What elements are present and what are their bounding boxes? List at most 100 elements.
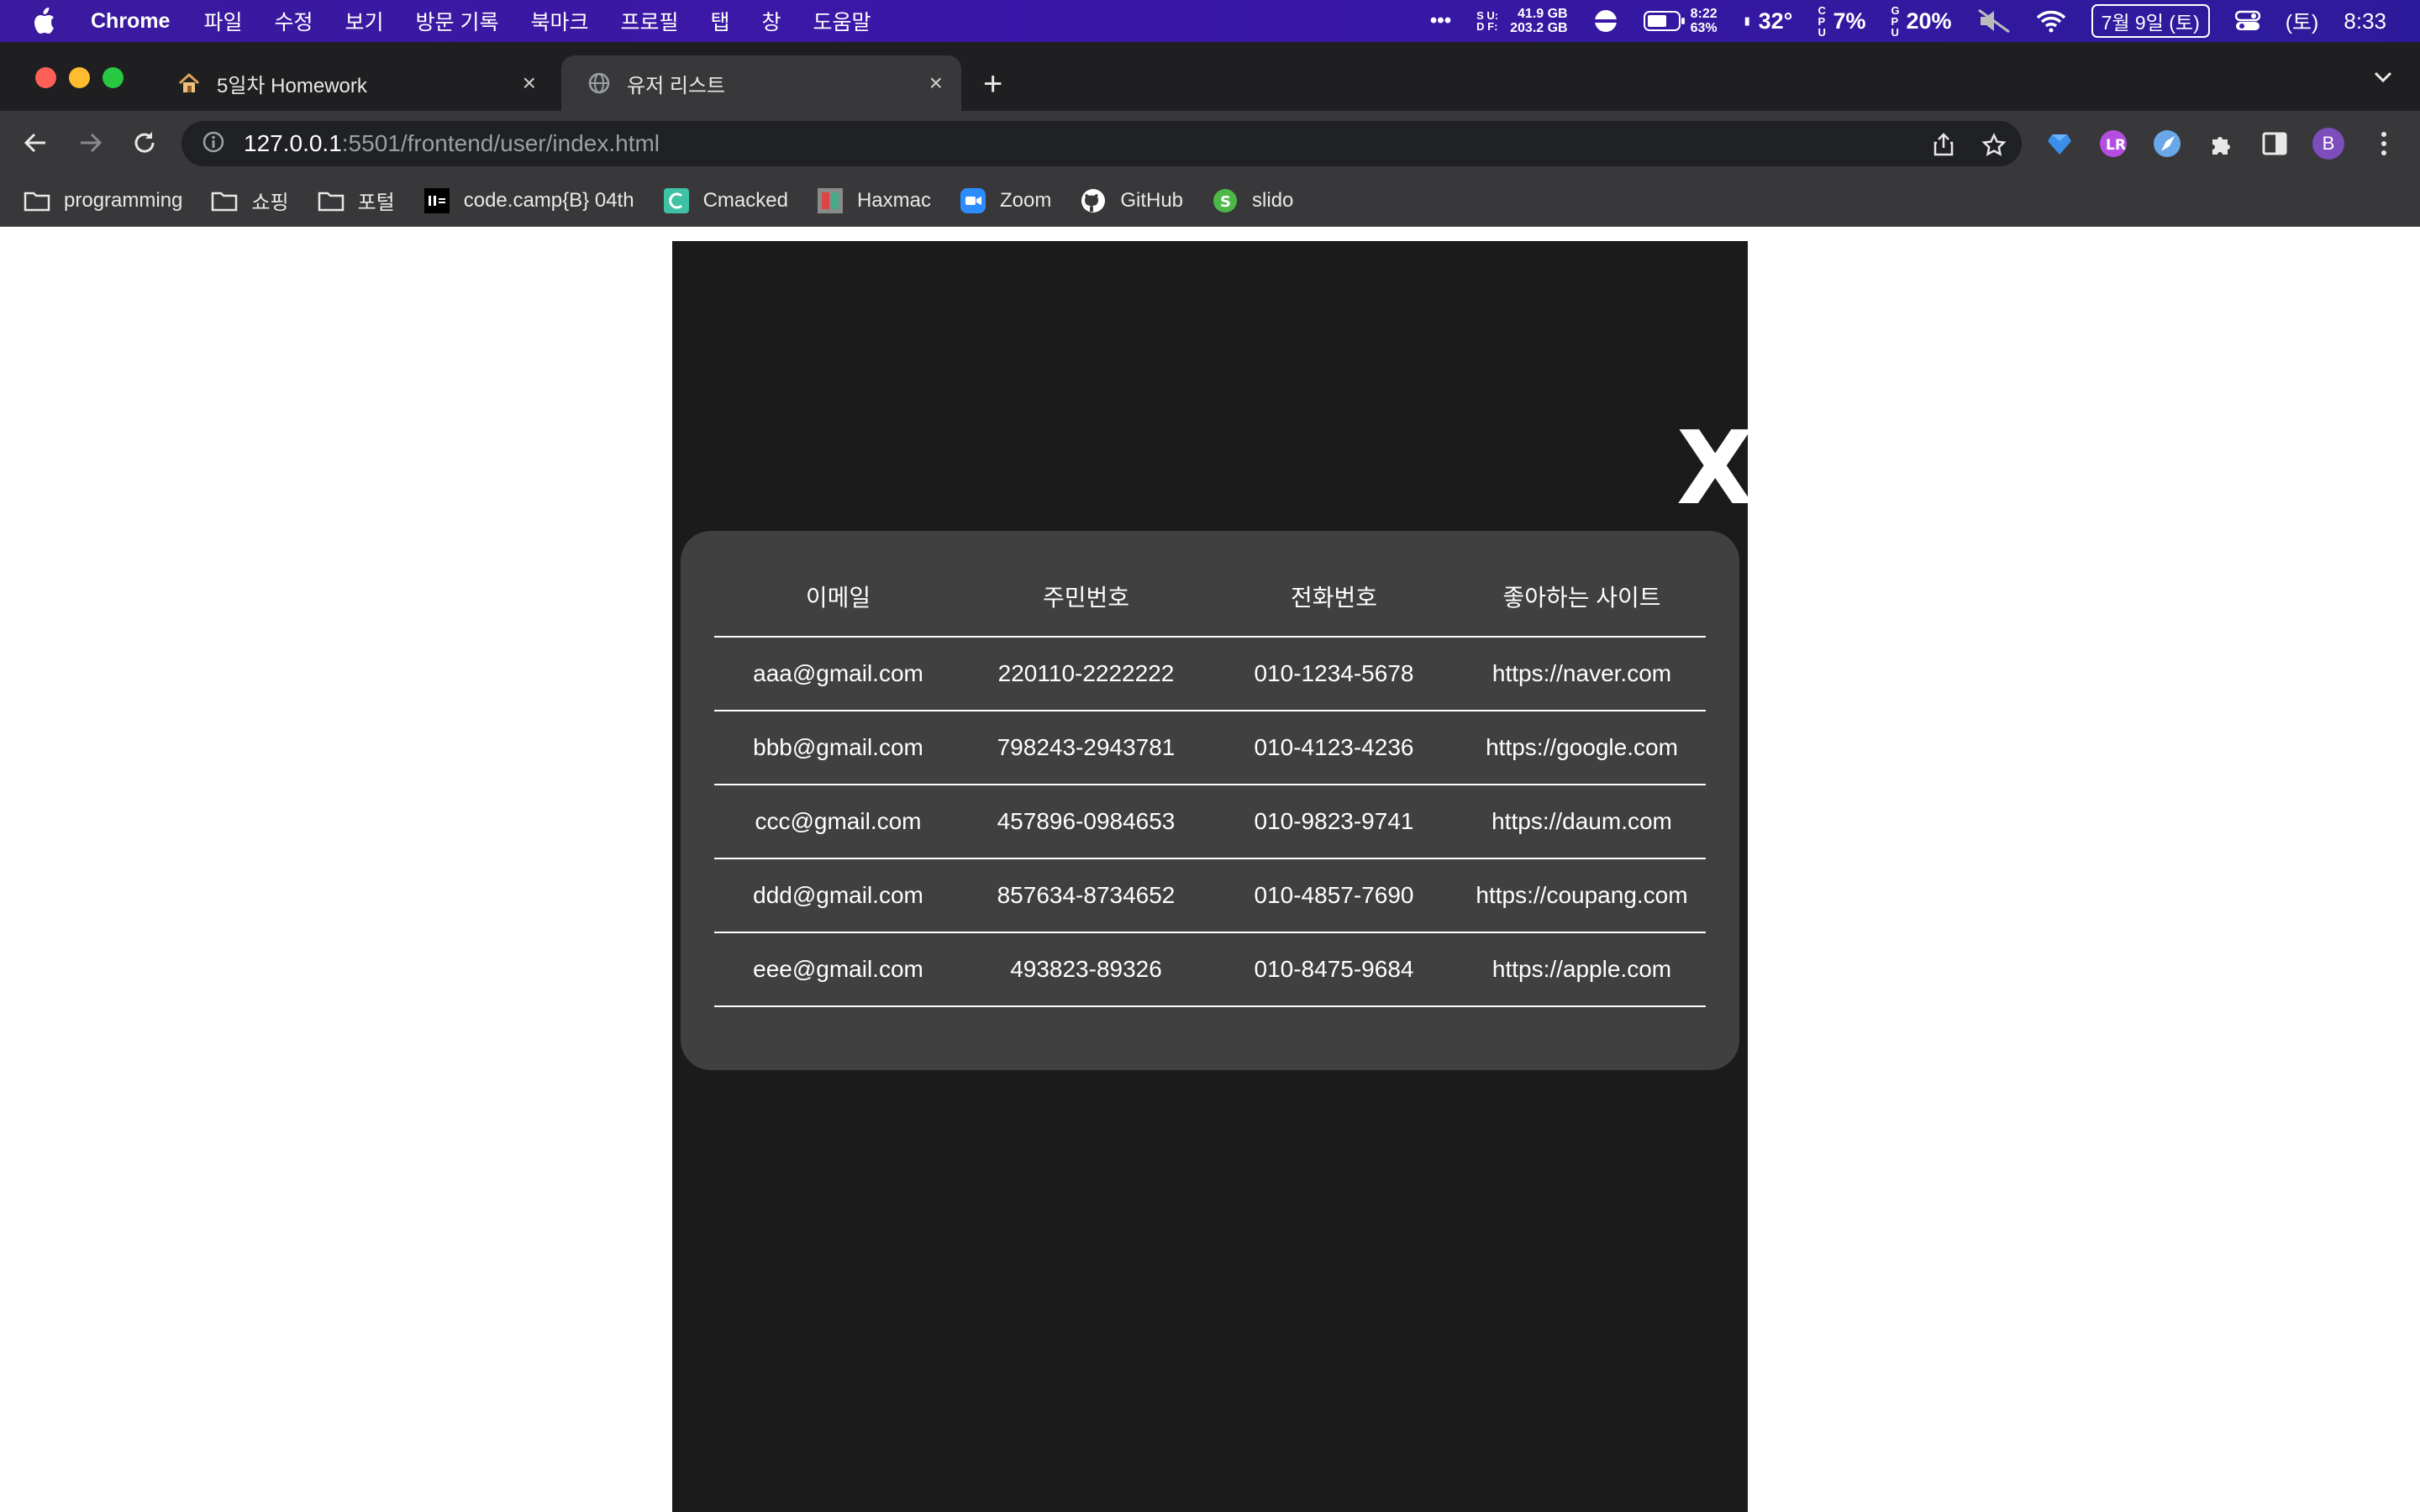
disk-labels: S U: D F: — [1476, 9, 1499, 33]
bookmark-programming[interactable]: programming — [24, 189, 182, 213]
cell-favorite-site: https://daum.com — [1458, 785, 1706, 859]
tab-search-chevron-icon[interactable] — [2373, 71, 2393, 88]
share-icon[interactable] — [1933, 133, 1954, 160]
tab-title: 유저 리스트 — [627, 74, 726, 97]
menu-app-name[interactable]: Chrome — [91, 9, 170, 34]
battery-percent: 63% — [1690, 21, 1718, 35]
cell-favorite-site: https://coupang.com — [1458, 858, 1706, 933]
bookmark-label: 쇼핑 — [251, 192, 289, 214]
battery-icon — [1643, 11, 1685, 31]
forward-arrow-icon[interactable] — [76, 128, 106, 158]
wifi-icon[interactable] — [2036, 9, 2066, 33]
vpn-status-icon[interactable] — [1593, 8, 1618, 34]
extension-compass-icon[interactable] — [2151, 128, 2183, 160]
bookmark-portal[interactable]: 포털 — [318, 186, 395, 215]
close-modal-button[interactable]: X — [1676, 419, 1754, 520]
bookmark-haxmac[interactable]: Haxmac — [817, 187, 931, 213]
bookmark-shopping[interactable]: 쇼핑 — [211, 186, 289, 215]
cell-email: aaa@gmail.com — [714, 637, 962, 711]
cell-email: bbb@gmail.com — [714, 711, 962, 785]
column-header-email: 이메일 — [714, 556, 962, 638]
cell-phone: 010-1234-5678 — [1210, 637, 1458, 711]
tab-homework[interactable]: 5일차 Homework × — [151, 55, 555, 111]
cell-phone: 010-8475-9684 — [1210, 932, 1458, 1007]
date-display[interactable]: 7월 9일 (토) — [2091, 4, 2210, 38]
table-row: eee@gmail.com 493823-89326 010-8475-9684… — [714, 932, 1706, 1007]
battery-status[interactable]: 8:22 63% — [1643, 7, 1718, 35]
cell-favorite-site: https://naver.com — [1458, 637, 1706, 711]
bookmark-cmacked[interactable]: Cmacked — [663, 187, 788, 213]
zoom-window-button[interactable] — [103, 67, 124, 88]
table-row: bbb@gmail.com 798243-2943781 010-4123-42… — [714, 711, 1706, 785]
temperature-status[interactable]: ▮ 32° — [1741, 8, 1793, 34]
menu-bookmarks[interactable]: 북마크 — [530, 6, 588, 36]
cpu-label: C P U — [1818, 3, 1826, 39]
bookmark-codecamp[interactable]: code.camp{B} 04th — [424, 187, 634, 213]
tab-close-button[interactable]: × — [523, 70, 536, 97]
browser-tab-strip: 5일차 Homework × 유저 리스트 × + — [0, 42, 2420, 111]
column-header-favorite-site: 좋아하는 사이트 — [1458, 556, 1706, 638]
extension-lr-icon[interactable]: LR — [2097, 128, 2129, 160]
folder-icon — [318, 189, 345, 213]
clock[interactable]: 8:33 — [2344, 8, 2386, 34]
bookmark-github[interactable]: GitHub — [1080, 188, 1184, 213]
table-row: ccc@gmail.com 457896-0984653 010-9823-97… — [714, 785, 1706, 859]
gpu-status[interactable]: G P U 20% — [1891, 5, 1952, 38]
cell-resident-number: 798243-2943781 — [962, 711, 1210, 785]
extensions-puzzle-icon[interactable] — [2205, 128, 2237, 160]
back-arrow-icon[interactable] — [20, 128, 50, 158]
cell-resident-number: 857634-8734652 — [962, 858, 1210, 933]
tab-user-list[interactable]: 유저 리스트 × — [561, 55, 961, 111]
profile-avatar[interactable]: B — [2312, 128, 2344, 160]
column-header-resident-number: 주민번호 — [962, 556, 1210, 638]
address-bar[interactable]: 127.0.0.1:5501/frontend/user/index.html — [182, 121, 2022, 166]
bookmark-star-icon[interactable] — [1981, 133, 2007, 162]
extension-gem-icon[interactable] — [2044, 128, 2075, 160]
url-text[interactable]: 127.0.0.1:5501/frontend/user/index.html — [244, 130, 660, 157]
globe-icon — [587, 71, 612, 96]
close-window-button[interactable] — [35, 67, 56, 88]
minimize-window-button[interactable] — [69, 67, 90, 88]
tab-close-button[interactable]: × — [929, 70, 943, 97]
control-center-icon[interactable] — [2234, 10, 2260, 32]
disk-free: 203.2 GB — [1510, 21, 1568, 35]
cpu-value: 7% — [1833, 8, 1866, 34]
apple-logo-icon[interactable] — [32, 7, 57, 35]
cpu-status[interactable]: C P U 7% — [1818, 5, 1865, 38]
more-menu-icon[interactable] — [2368, 128, 2400, 160]
cell-favorite-site: https://apple.com — [1458, 932, 1706, 1007]
day-of-week[interactable]: (토) — [2286, 6, 2319, 36]
more-status-icon[interactable]: ••• — [1430, 9, 1451, 33]
bookmark-zoom[interactable]: Zoom — [960, 187, 1052, 213]
menu-file[interactable]: 파일 — [203, 6, 242, 36]
menu-window[interactable]: 창 — [762, 6, 781, 36]
menu-view[interactable]: 보기 — [345, 6, 384, 36]
mute-icon[interactable] — [1977, 8, 2011, 34]
cmacked-icon — [663, 187, 690, 213]
new-tab-button[interactable]: + — [983, 67, 1002, 101]
bookmark-label: 포털 — [357, 192, 395, 214]
menu-help[interactable]: 도움말 — [813, 6, 871, 36]
menu-tab[interactable]: 탭 — [711, 6, 730, 36]
battery-time: 8:22 — [1690, 7, 1718, 21]
gpu-value: 20% — [1906, 8, 1952, 34]
gpu-label: G P U — [1891, 3, 1900, 39]
menu-profile[interactable]: 프로필 — [620, 6, 678, 36]
bookmark-slido[interactable]: S slido — [1212, 188, 1293, 213]
temperature-value: 32° — [1758, 8, 1793, 34]
cell-phone: 010-4123-4236 — [1210, 711, 1458, 785]
cell-resident-number: 457896-0984653 — [962, 785, 1210, 859]
disk-stats[interactable]: S U: D F: 41.9 GB 203.2 GB — [1476, 7, 1567, 35]
folder-icon — [24, 189, 50, 213]
thermometer-icon: ▮ — [1741, 14, 1754, 28]
cell-favorite-site: https://google.com — [1458, 711, 1706, 785]
menu-history[interactable]: 방문 기록 — [416, 6, 499, 36]
bookmark-label: GitHub — [1120, 188, 1184, 212]
site-info-icon[interactable] — [202, 130, 225, 158]
reload-icon[interactable] — [129, 128, 160, 158]
user-table: 이메일 주민번호 전화번호 좋아하는 사이트 aaa@gmail.com 220… — [714, 556, 1706, 1007]
table-row: ddd@gmail.com 857634-8734652 010-4857-76… — [714, 858, 1706, 933]
side-panel-icon[interactable] — [2259, 128, 2291, 160]
menu-edit[interactable]: 수정 — [274, 6, 313, 36]
bookmark-label: Zoom — [999, 188, 1052, 212]
